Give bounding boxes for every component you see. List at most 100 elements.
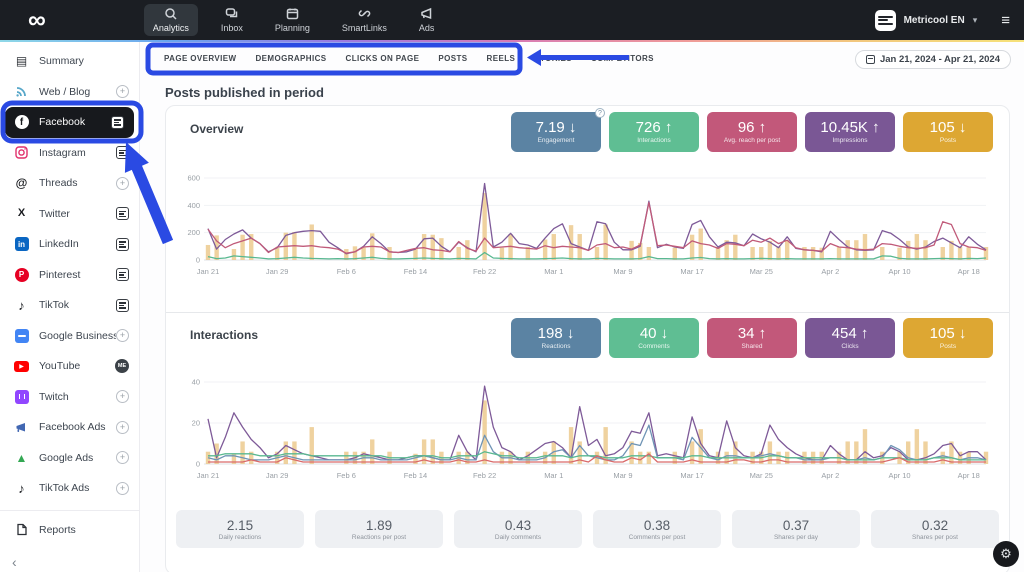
- nav-item-smartlinks[interactable]: SmartLinks: [333, 4, 396, 36]
- svg-text:0: 0: [196, 256, 200, 265]
- sidebar-item-pinterest[interactable]: PPinterest: [0, 260, 139, 291]
- interactions-chart: 02040Jan 21Jan 29Feb 6Feb 14Feb 22Mar 1M…: [174, 374, 1002, 494]
- stat-tile-label: Shares per post: [912, 534, 958, 541]
- metric-label: Impressions: [832, 137, 867, 144]
- sidebar-item-twitter[interactable]: XTwitter: [0, 199, 139, 230]
- svg-text:Apr 10: Apr 10: [889, 471, 911, 480]
- overview-header: Overview 7.19 ↓Engagement?726 ↑Interacti…: [190, 112, 993, 152]
- gear-icon: ⚙: [1000, 546, 1012, 562]
- tab-posts[interactable]: POSTS: [438, 54, 467, 63]
- stat-tile-daily-reactions: 2.15Daily reactions: [176, 510, 304, 548]
- add-connection-button[interactable]: +: [116, 390, 129, 403]
- x-icon: X: [13, 208, 30, 219]
- svg-text:Jan 29: Jan 29: [266, 267, 289, 276]
- date-range-label: Jan 21, 2024 - Apr 21, 2024: [880, 54, 1000, 65]
- svg-text:Apr 2: Apr 2: [821, 267, 839, 276]
- stat-tile-label: Reactions per post: [352, 534, 406, 541]
- sidebar-item-label: Twitch: [39, 391, 116, 403]
- google-business-icon: [13, 329, 30, 343]
- sidebar-item-web-blog[interactable]: Web / Blog+: [0, 77, 139, 108]
- tab-demographics[interactable]: DEMOGRAPHICS: [255, 54, 326, 63]
- settings-fab[interactable]: ⚙: [993, 541, 1019, 567]
- add-connection-button[interactable]: +: [116, 451, 129, 464]
- brand-gradient-bar: [0, 40, 1024, 42]
- tab-competitors[interactable]: COMPETITORS: [591, 54, 654, 63]
- connected-account-badge[interactable]: [116, 146, 129, 159]
- svg-text:Mar 25: Mar 25: [750, 471, 773, 480]
- sidebar-item-label: TikTok: [39, 299, 116, 311]
- add-connection-button[interactable]: +: [116, 421, 129, 434]
- tab-reels[interactable]: REELS: [487, 54, 516, 63]
- svg-text:Feb 14: Feb 14: [404, 267, 427, 276]
- connected-account-badge[interactable]: ME: [115, 359, 129, 373]
- nav-item-label: Planning: [275, 23, 310, 33]
- stat-tile-reactions-per-post: 1.89Reactions per post: [315, 510, 443, 548]
- svg-text:Mar 1: Mar 1: [544, 471, 563, 480]
- instagram-icon: [13, 146, 30, 159]
- nav-item-ads[interactable]: Ads: [410, 4, 444, 36]
- stat-tile-value: 0.43: [505, 518, 531, 533]
- metric-label: Reactions: [542, 343, 571, 350]
- add-connection-button[interactable]: +: [116, 329, 129, 342]
- connected-account-badge[interactable]: [111, 116, 124, 129]
- sidebar-item-facebook[interactable]: fFacebook: [5, 107, 134, 138]
- sidebar-item-summary[interactable]: ▤Summary: [0, 46, 139, 77]
- sidebar-item-google-ads[interactable]: ▲Google Ads+: [0, 443, 139, 474]
- link-icon: [358, 7, 371, 22]
- sidebar-item-label: Threads: [39, 177, 116, 189]
- svg-text:Apr 2: Apr 2: [821, 471, 839, 480]
- tab-stories[interactable]: STORIES: [534, 54, 572, 63]
- svg-text:Apr 18: Apr 18: [958, 267, 980, 276]
- sidebar-item-threads[interactable]: @Threads+: [0, 168, 139, 199]
- nav-item-inbox[interactable]: Inbox: [212, 4, 252, 36]
- add-connection-button[interactable]: +: [116, 85, 129, 98]
- sidebar-item-label: Google Ads: [39, 452, 116, 464]
- metric-value: 105 ↓: [930, 326, 967, 342]
- nav-item-label: Analytics: [153, 23, 189, 33]
- sidebar-item-tiktok[interactable]: ♪TikTok: [0, 290, 139, 321]
- stat-tile-label: Daily reactions: [219, 534, 262, 541]
- sidebar-item-facebook-ads[interactable]: Facebook Ads+: [0, 412, 139, 443]
- add-connection-button[interactable]: +: [116, 177, 129, 190]
- tab-clicks-on-page[interactable]: CLICKS ON PAGE: [346, 54, 420, 63]
- connected-account-badge[interactable]: [116, 207, 129, 220]
- date-range-picker[interactable]: Jan 21, 2024 - Apr 21, 2024: [855, 50, 1011, 69]
- tab-page-overview[interactable]: PAGE OVERVIEW: [164, 54, 236, 63]
- metric-value: 726 ↑: [636, 120, 673, 136]
- metric-label: Avg. reach per post: [724, 137, 780, 144]
- svg-text:Feb 6: Feb 6: [337, 471, 356, 480]
- stat-tile-shares-per-day: 0.37Shares per day: [732, 510, 860, 548]
- sidebar-item-twitch[interactable]: Twitch+: [0, 382, 139, 413]
- metricool-logo[interactable]: ∞: [28, 0, 44, 40]
- connected-account-badge[interactable]: [116, 238, 129, 251]
- sidebar-item-tiktok-ads[interactable]: ♪TikTok Ads+: [0, 473, 139, 504]
- sidebar-item-youtube[interactable]: ▶YouTubeME: [0, 351, 139, 382]
- help-icon[interactable]: ?: [595, 108, 605, 118]
- metric-label: Posts: [940, 343, 956, 350]
- sidebar-item-google-business[interactable]: Google Business ...+: [0, 321, 139, 352]
- metric-card-shared: 34 ↑Shared: [707, 318, 797, 358]
- account-avatar[interactable]: [875, 10, 896, 31]
- chevron-down-icon[interactable]: ▾: [973, 15, 978, 26]
- metric-card-posts: 105 ↓Posts: [903, 318, 993, 358]
- sidebar-item-linkedin[interactable]: inLinkedIn: [0, 229, 139, 260]
- facebook-ads-icon: [13, 421, 30, 434]
- twitch-icon: [13, 390, 30, 404]
- metric-card-engagement: 7.19 ↓Engagement?: [511, 112, 601, 152]
- sidebar-item-instagram[interactable]: Instagram: [0, 138, 139, 169]
- sidebar-item-reports[interactable]: Reports: [0, 515, 139, 546]
- add-connection-button[interactable]: +: [116, 482, 129, 495]
- svg-text:Mar 9: Mar 9: [613, 471, 632, 480]
- svg-text:Mar 17: Mar 17: [680, 267, 703, 276]
- nav-item-planning[interactable]: Planning: [266, 4, 319, 36]
- connected-account-badge[interactable]: [116, 268, 129, 281]
- nav-item-label: Ads: [419, 23, 435, 33]
- menu-icon[interactable]: ≡: [1001, 12, 1010, 29]
- account-name[interactable]: Metricool EN: [904, 15, 965, 26]
- svg-text:Jan 21: Jan 21: [197, 267, 220, 276]
- connected-account-badge[interactable]: [116, 299, 129, 312]
- metric-label: Comments: [638, 343, 669, 350]
- nav-item-analytics[interactable]: Analytics: [144, 4, 198, 36]
- metric-value: 34 ↑: [738, 326, 766, 342]
- sidebar-collapse-button[interactable]: ‹: [12, 554, 17, 570]
